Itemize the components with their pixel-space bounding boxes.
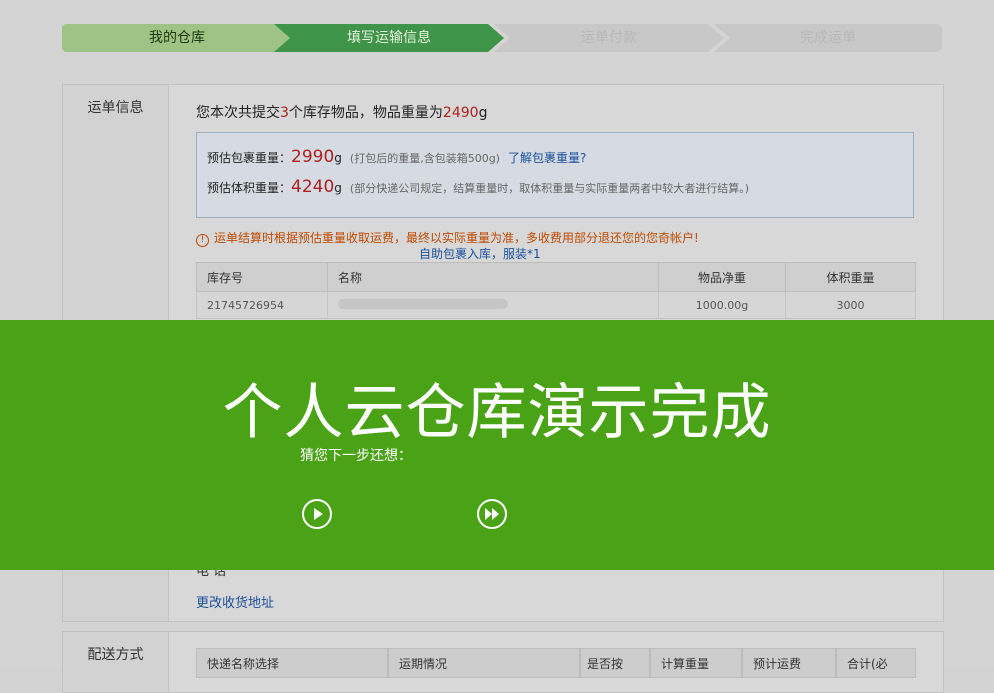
delivery-col-period: 运期情况 xyxy=(388,648,580,678)
col-volume-weight: 体积重量 xyxy=(785,262,916,292)
item-count: 3 xyxy=(280,105,289,121)
cell-net-weight: 1000.00g xyxy=(658,291,786,319)
cell-name xyxy=(327,291,659,319)
next-demo-button[interactable] xyxy=(476,498,508,530)
step-my-warehouse: 我的仓库 xyxy=(62,24,292,52)
weight-estimate-box: 预估包裹重量：2990g (打包后的重量,含包装箱500g) 了解包裹重量? 预估体… xyxy=(196,132,914,218)
change-address-link[interactable]: 更改收货地址 xyxy=(196,592,274,611)
package-weight-row: 预估包裹重量：2990g (打包后的重量,含包装箱500g) 了解包裹重量? xyxy=(207,147,587,167)
package-weight-help-link[interactable]: 了解包裹重量? xyxy=(508,151,586,165)
volume-weight-row: 预估体积重量：4240g (部分快递公司规定，结算重量时，取体积重量与实际重量两者… xyxy=(207,177,749,197)
col-name: 名称 xyxy=(327,262,659,292)
cell-volume-weight: 3000 xyxy=(785,291,916,319)
delivery-label: 配送方式 xyxy=(63,632,169,692)
table-row: 21745726954 1000.00g 3000 xyxy=(196,291,916,319)
table-header-row: 库存号 名称 物品净重 体积重量 xyxy=(196,262,916,292)
delivery-col-courier: 快递名称选择 xyxy=(196,648,388,678)
submission-summary: 您本次共提交3个库存物品，物品重量为2490g xyxy=(196,105,488,121)
delivery-col-fee: 预计运费 xyxy=(742,648,836,678)
page: 我的仓库 填写运输信息 运单付款 完成运单 运单信息 您本次共提交3个库存物品，… xyxy=(0,0,994,693)
delivery-col-total: 合计(必 xyxy=(836,648,916,678)
fast-forward-icon xyxy=(477,499,507,529)
step-fill-shipping-info: 填写运输信息 xyxy=(274,24,504,52)
demo-complete-overlay: 个人云仓库演示完成 猜您下一步还想： xyxy=(0,320,994,570)
replay-button[interactable] xyxy=(301,498,333,530)
col-net-weight: 物品净重 xyxy=(658,262,786,292)
step-complete: 完成运单 xyxy=(714,24,942,52)
self-pack-link[interactable]: 自助包裹入库，服装*1 xyxy=(419,245,541,262)
play-icon xyxy=(302,499,332,529)
package-weight-value: 2990 xyxy=(291,147,335,167)
overlay-subtitle: 猜您下一步还想： xyxy=(300,448,412,464)
delivery-col-calc-weight: 计算重量 xyxy=(650,648,742,678)
cell-stock-id: 21745726954 xyxy=(196,291,328,319)
overlay-title: 个人云仓库演示完成 xyxy=(222,378,772,448)
progress-steps: 我的仓库 填写运输信息 运单付款 完成运单 xyxy=(62,24,942,52)
step-payment: 运单付款 xyxy=(494,24,724,52)
item-weight: 2490 xyxy=(442,105,479,121)
warning-icon: ! xyxy=(196,234,209,247)
inventory-table: 库存号 名称 物品净重 体积重量 21745726954 1000.00g 30… xyxy=(196,262,916,319)
blurred-name xyxy=(338,298,508,309)
volume-weight-value: 4240 xyxy=(291,177,335,197)
col-stock-id: 库存号 xyxy=(196,262,328,292)
delivery-col-option: 是否按 xyxy=(580,648,650,678)
